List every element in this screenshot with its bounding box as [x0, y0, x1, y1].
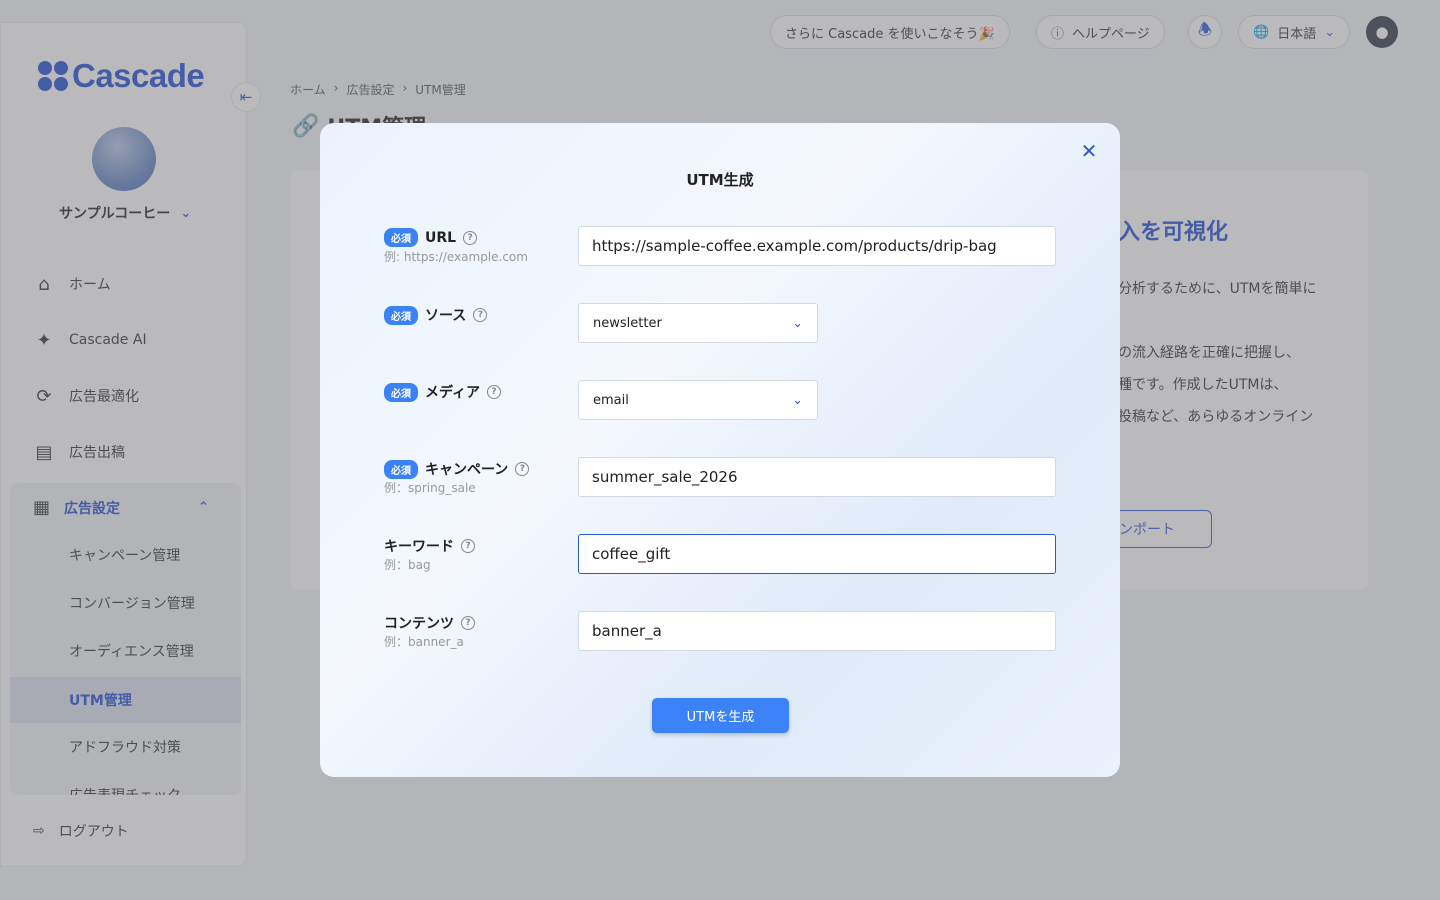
- campaign-label-text: キャンペーン: [425, 462, 509, 478]
- help-icon[interactable]: ?: [461, 616, 475, 630]
- required-badge: 必須: [384, 228, 418, 247]
- content-example: 例：banner_a: [384, 635, 464, 649]
- campaign-label: 必須 キャンペーン ?: [384, 459, 530, 479]
- close-button[interactable]: ✕: [1078, 139, 1100, 163]
- generate-utm-button[interactable]: UTMを生成: [652, 698, 789, 733]
- keyword-input[interactable]: coffee_gift: [578, 534, 1056, 574]
- campaign-row: 必須 キャンペーン ? 例：spring_sale summer_sale_20…: [384, 457, 1056, 497]
- source-label: 必須 ソース ?: [384, 305, 488, 325]
- chevron-down-icon: ⌄: [792, 392, 803, 408]
- keyword-row: キーワード ? 例：bag coffee_gift: [384, 534, 1056, 574]
- medium-label-text: メディア: [425, 385, 481, 401]
- keyword-example: 例：bag: [384, 558, 431, 572]
- close-icon: ✕: [1080, 139, 1098, 163]
- medium-select[interactable]: email ⌄: [578, 380, 818, 420]
- url-label-text: URL: [425, 229, 457, 246]
- url-row: 必須 URL ? 例: https://example.com https://…: [384, 226, 1056, 266]
- medium-row: 必須 メディア ? email ⌄: [384, 380, 1056, 420]
- help-icon[interactable]: ?: [463, 230, 478, 245]
- url-example: 例: https://example.com: [384, 250, 528, 264]
- campaign-input[interactable]: summer_sale_2026: [578, 457, 1056, 497]
- required-badge: 必須: [384, 459, 418, 479]
- content-label-text: コンテンツ: [384, 616, 454, 632]
- required-badge: 必須: [384, 382, 418, 402]
- keyword-label: キーワード ?: [384, 536, 475, 556]
- help-icon[interactable]: ?: [473, 308, 488, 322]
- content-row: コンテンツ ? 例：banner_a banner_a: [384, 611, 1056, 651]
- chevron-down-icon: ⌄: [792, 315, 803, 331]
- url-label: 必須 URL ?: [384, 228, 478, 247]
- campaign-example: 例：spring_sale: [384, 481, 476, 495]
- source-value: newsletter: [593, 315, 662, 331]
- help-icon[interactable]: ?: [461, 539, 475, 553]
- utm-generate-modal: ✕ UTM生成 必須 URL ? 例: https://example.com …: [320, 123, 1120, 777]
- content-label: コンテンツ ?: [384, 613, 475, 633]
- keyword-label-text: キーワード: [384, 539, 454, 555]
- help-icon[interactable]: ?: [487, 385, 502, 399]
- modal-title: UTM生成: [686, 171, 754, 189]
- source-row: 必須 ソース ? newsletter ⌄: [384, 303, 1056, 343]
- medium-label: 必須 メディア ?: [384, 382, 502, 402]
- source-select[interactable]: newsletter ⌄: [578, 303, 818, 343]
- medium-value: email: [593, 392, 629, 408]
- content-input[interactable]: banner_a: [578, 611, 1056, 651]
- required-badge: 必須: [384, 305, 418, 325]
- help-icon[interactable]: ?: [515, 462, 530, 476]
- source-label-text: ソース: [425, 308, 467, 324]
- url-input[interactable]: https://sample-coffee.example.com/produc…: [578, 226, 1056, 266]
